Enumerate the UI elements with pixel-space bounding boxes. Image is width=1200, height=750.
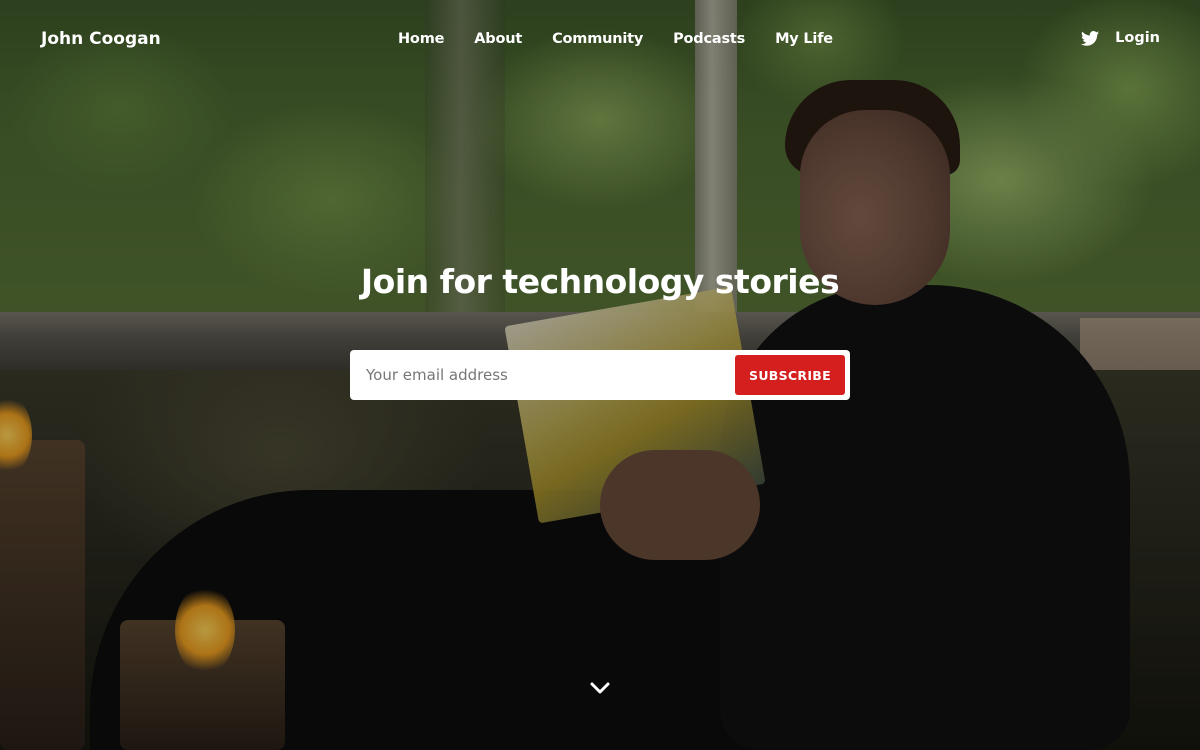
twitter-icon	[1081, 30, 1100, 46]
chevron-down-icon	[590, 682, 610, 694]
hero-section: John Coogan Home About Community Podcast…	[0, 0, 1200, 750]
nav-actions: Login	[1081, 30, 1160, 46]
email-input[interactable]	[350, 350, 730, 400]
login-link[interactable]: Login	[1115, 30, 1160, 46]
twitter-link[interactable]	[1081, 30, 1100, 46]
subscribe-form: SUBSCRIBE	[350, 350, 850, 400]
hero-headline: Join for technology stories	[360, 262, 840, 301]
main-menu: Home About Community Podcasts My Life	[398, 31, 833, 47]
subscribe-button[interactable]: SUBSCRIBE	[735, 355, 845, 395]
nav-item-home[interactable]: Home	[398, 31, 444, 47]
nav-item-about[interactable]: About	[474, 31, 522, 47]
site-brand-link[interactable]: John Coogan	[41, 29, 161, 49]
nav-item-community[interactable]: Community	[552, 31, 643, 47]
nav-item-podcasts[interactable]: Podcasts	[673, 31, 745, 47]
top-navigation: John Coogan Home About Community Podcast…	[0, 0, 1200, 80]
nav-item-my-life[interactable]: My Life	[775, 31, 833, 47]
